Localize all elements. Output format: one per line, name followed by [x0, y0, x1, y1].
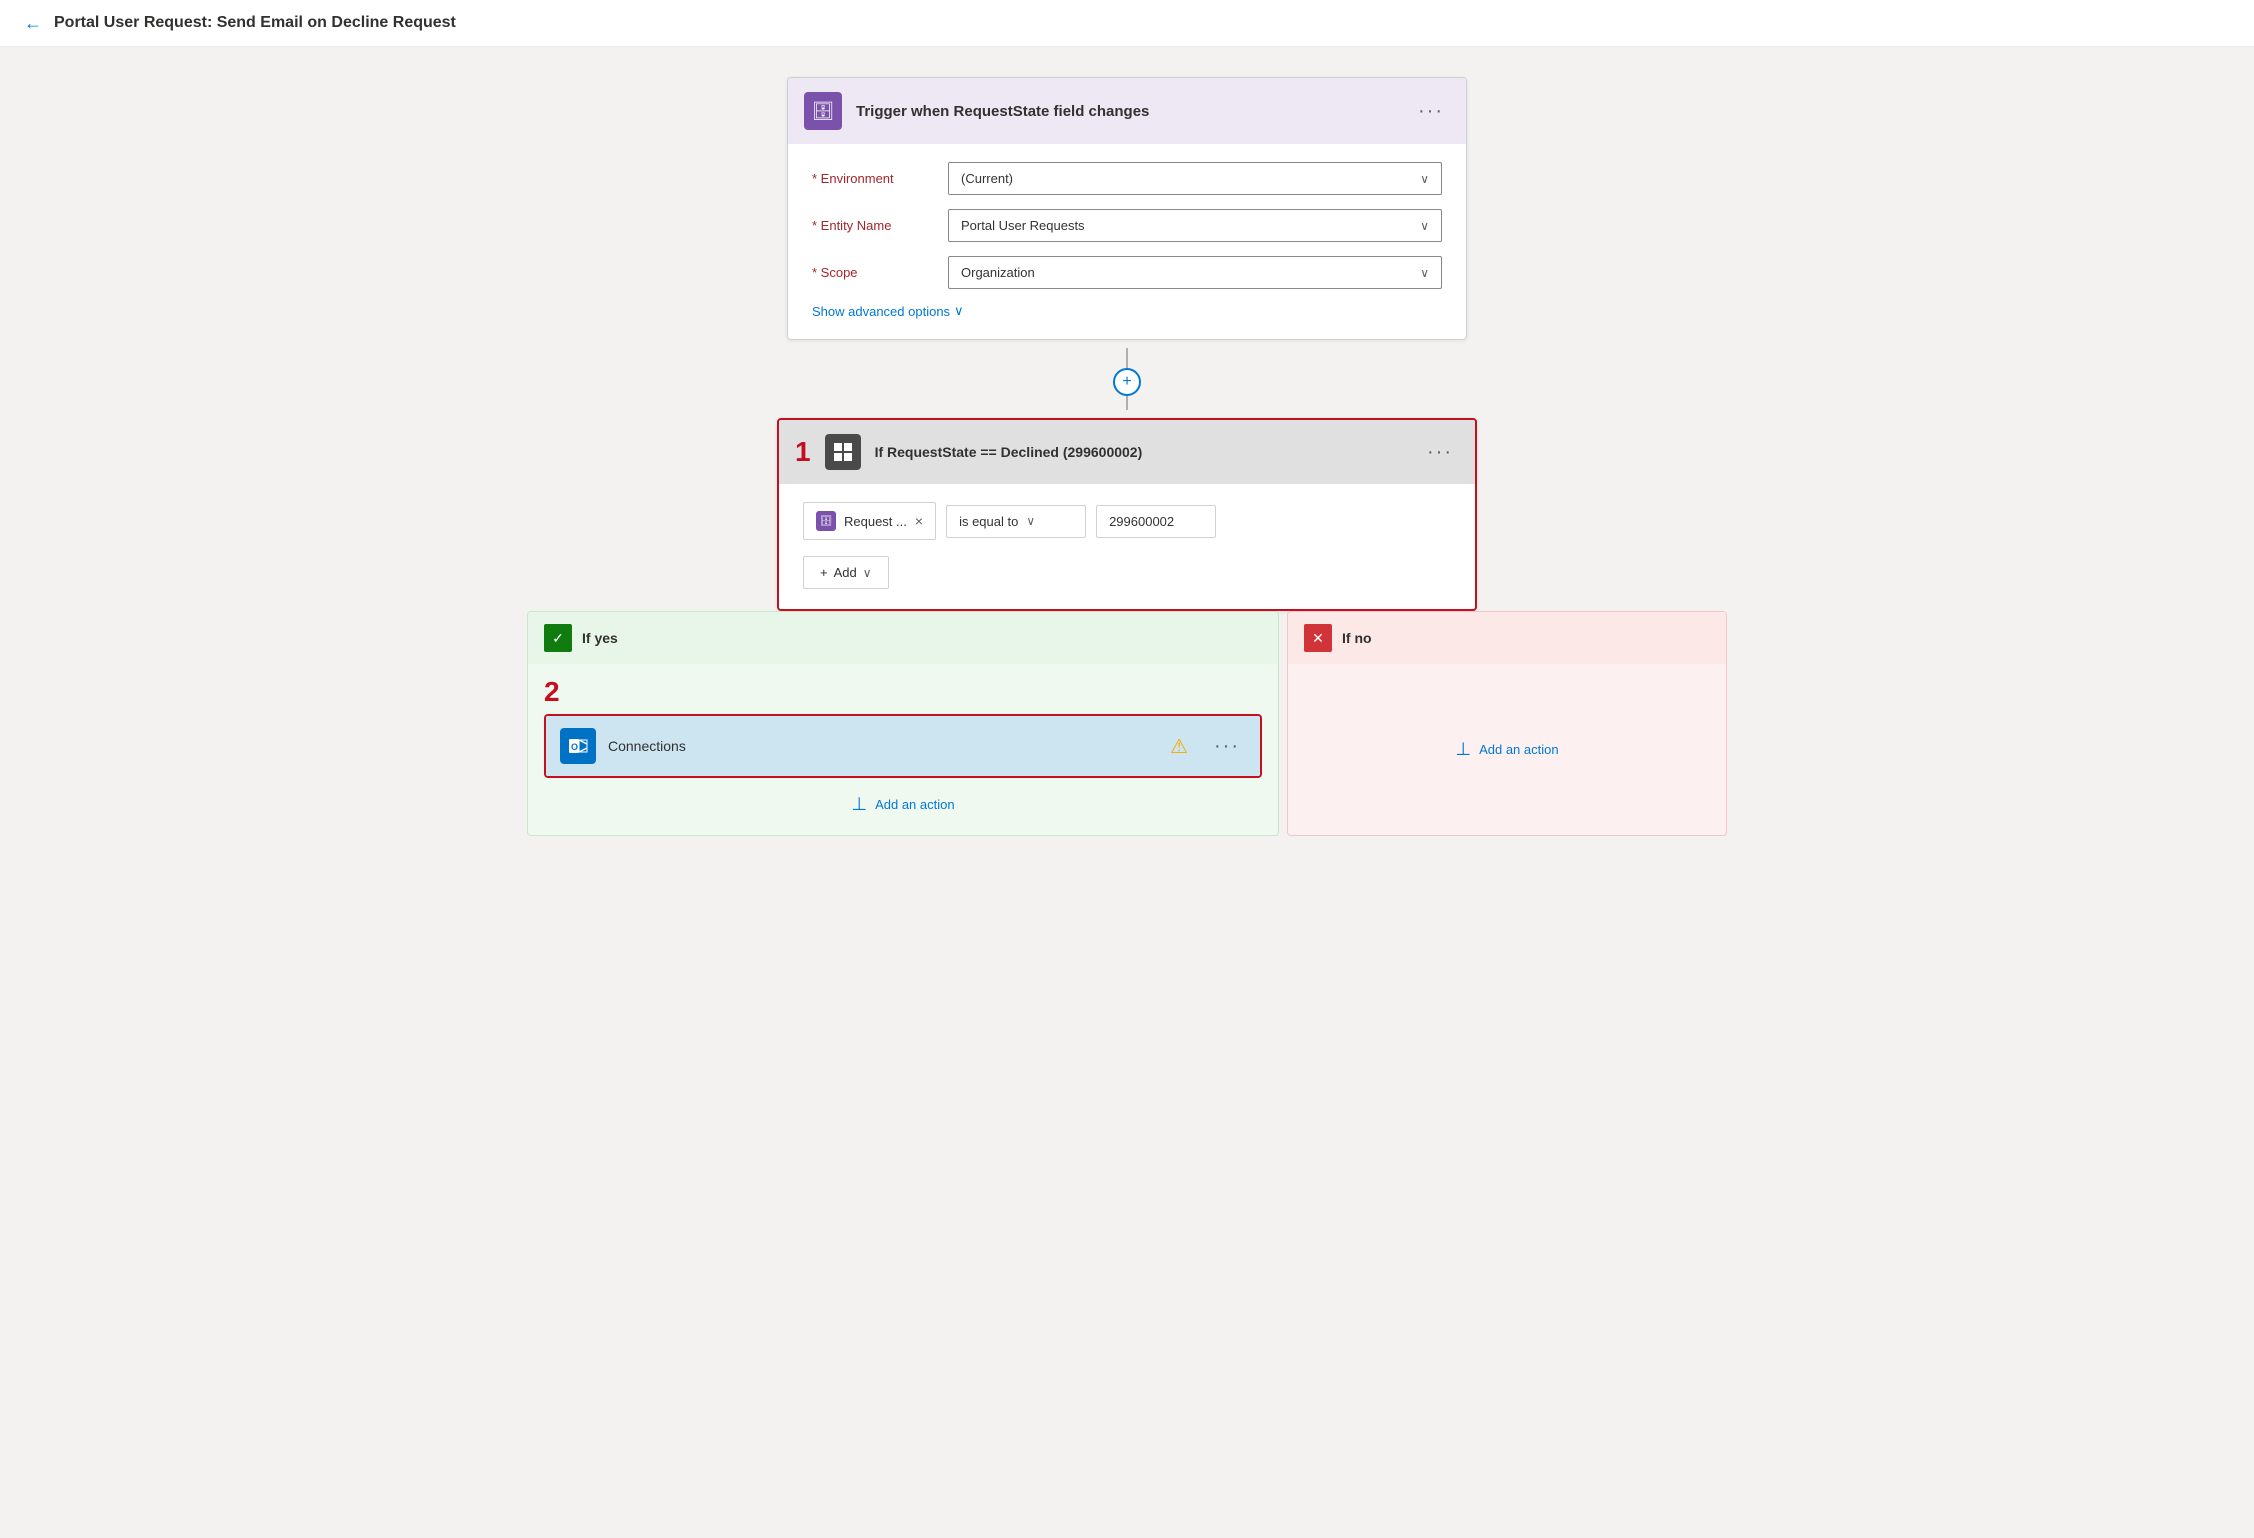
scope-label: Scope: [812, 265, 932, 280]
connection-name: Connections: [608, 738, 1158, 754]
entity-select[interactable]: Portal User Requests ∨: [948, 209, 1442, 242]
trigger-header: 🗄 Trigger when RequestState field change…: [788, 78, 1466, 144]
scope-row: Scope Organization ∨: [812, 256, 1442, 289]
trigger-card: 🗄 Trigger when RequestState field change…: [787, 77, 1467, 340]
add-icon: +: [820, 565, 828, 580]
svg-text:O: O: [571, 742, 578, 752]
entity-value: Portal User Requests: [961, 218, 1085, 233]
branch-no-header: ✕ If no: [1288, 612, 1726, 664]
tag-close-icon[interactable]: ×: [915, 513, 923, 529]
condition-ellipsis-button[interactable]: ···: [1421, 439, 1459, 466]
operator-chevron-icon: ∨: [1026, 514, 1035, 528]
operator-select[interactable]: is equal to ∨: [946, 505, 1086, 538]
no-x-icon: ✕: [1304, 624, 1332, 652]
trigger-ellipsis-button[interactable]: ···: [1412, 98, 1450, 125]
condition-icon: [825, 434, 861, 470]
branch-yes-body: 2 O: [528, 664, 1278, 835]
show-advanced-chevron-icon: ∨: [954, 303, 964, 319]
condition-value-input[interactable]: 299600002: [1096, 505, 1216, 538]
branch-yes: ✓ If yes 2 O: [527, 611, 1279, 836]
connector-1: +: [1113, 340, 1141, 418]
condition-header: 1 If RequestState == Declined (299600002…: [779, 420, 1475, 484]
scope-select[interactable]: Organization ∨: [948, 256, 1442, 289]
condition-row: 🗄 Request ... × is equal to ∨ 299600002: [803, 502, 1451, 540]
scope-value: Organization: [961, 265, 1035, 280]
connection-header: O Connections ⚠ ···: [546, 716, 1260, 776]
top-bar: ← Portal User Request: Send Email on Dec…: [0, 0, 2254, 47]
connection-ellipsis-button[interactable]: ···: [1208, 733, 1246, 760]
scope-chevron-icon: ∨: [1420, 266, 1429, 280]
show-advanced-label: Show advanced options: [812, 304, 950, 319]
step-number-1: 1: [795, 438, 811, 466]
condition-body: 🗄 Request ... × is equal to ∨ 299600002 …: [779, 484, 1475, 609]
canvas: 🗄 Trigger when RequestState field change…: [0, 47, 2254, 866]
trigger-body: Environment (Current) ∨ Entity Name Port…: [788, 144, 1466, 339]
page-title: Portal User Request: Send Email on Decli…: [54, 14, 456, 32]
environment-label: Environment: [812, 171, 932, 186]
database-icon: 🗄: [812, 101, 835, 122]
connector-line-bottom: [1126, 396, 1128, 410]
entity-label: Entity Name: [812, 218, 932, 233]
add-action-icon: ⊥: [851, 794, 867, 815]
environment-value: (Current): [961, 171, 1013, 186]
condition-card: 1 If RequestState == Declined (299600002…: [777, 418, 1477, 611]
back-button[interactable]: ←: [24, 14, 42, 32]
environment-select[interactable]: (Current) ∨: [948, 162, 1442, 195]
environment-row: Environment (Current) ∨: [812, 162, 1442, 195]
operator-label: is equal to: [959, 514, 1018, 529]
add-step-button[interactable]: +: [1113, 368, 1141, 396]
condition-title: If RequestState == Declined (299600002): [875, 444, 1407, 460]
add-action-yes-button[interactable]: ⊥ Add an action: [544, 794, 1262, 815]
step-number-2: 2: [544, 678, 1262, 706]
warning-icon: ⚠: [1170, 734, 1188, 759]
tag-database-icon: 🗄: [816, 511, 836, 531]
plus-icon: +: [1122, 373, 1131, 391]
add-action-no-button[interactable]: ⊥ Add an action: [1304, 739, 1710, 760]
add-action-no-icon: ⊥: [1455, 739, 1471, 760]
branch-yes-label: If yes: [582, 630, 618, 646]
environment-chevron-icon: ∨: [1420, 172, 1429, 186]
show-advanced-button[interactable]: Show advanced options ∨: [812, 303, 964, 319]
entity-row: Entity Name Portal User Requests ∨: [812, 209, 1442, 242]
connection-card: O Connections ⚠ ···: [544, 714, 1262, 778]
yes-check-icon: ✓: [544, 624, 572, 652]
branch-no-label: If no: [1342, 630, 1372, 646]
add-condition-button[interactable]: + Add ∨: [803, 556, 889, 589]
request-state-tag[interactable]: 🗄 Request ... ×: [803, 502, 936, 540]
add-chevron-icon: ∨: [863, 566, 872, 580]
add-label: Add: [834, 565, 857, 580]
branch-no-body: ⊥ Add an action: [1288, 664, 1726, 784]
branch-section: ✓ If yes 2 O: [527, 611, 1727, 836]
outlook-icon: O: [560, 728, 596, 764]
entity-chevron-icon: ∨: [1420, 219, 1429, 233]
condition-value-text: 299600002: [1109, 514, 1174, 529]
tag-label: Request ...: [844, 514, 907, 529]
add-action-yes-label: Add an action: [875, 797, 955, 812]
connector-line-top: [1126, 348, 1128, 368]
add-row: + Add ∨: [803, 556, 1451, 589]
branch-no: ✕ If no ⊥ Add an action: [1287, 611, 1727, 836]
trigger-icon: 🗄: [804, 92, 842, 130]
add-action-no-label: Add an action: [1479, 742, 1559, 757]
trigger-title: Trigger when RequestState field changes: [856, 103, 1398, 120]
branch-yes-header: ✓ If yes: [528, 612, 1278, 664]
